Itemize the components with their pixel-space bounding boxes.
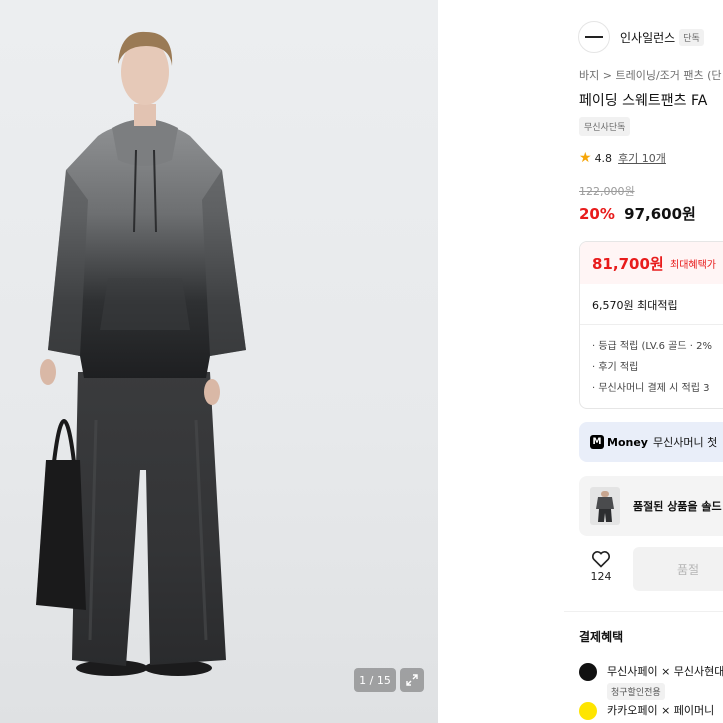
brand-exclusive-badge: 단독 (679, 28, 704, 46)
like-count: 124 (590, 570, 612, 583)
payment-item-tag: 청구할인전용 (607, 683, 665, 700)
expand-icon (406, 674, 418, 686)
original-price: 122,000원 (579, 185, 635, 198)
product-photo (36, 31, 246, 676)
money-logo: M Money (590, 435, 648, 449)
max-benefit-header[interactable]: 81,700원 최대혜택가 (580, 242, 723, 284)
payment-benefits-title: 결제혜택 (579, 630, 624, 644)
payment-item-label: 무신사페이 × 무신사현대 (607, 665, 723, 678)
breadcrumb: 바지 > 트레이닝/조거 팬츠 (단 (579, 67, 722, 83)
money-banner[interactable]: M Money 무신사머니 첫 (579, 422, 723, 462)
breadcrumb-item-pants[interactable]: 바지 (579, 69, 599, 82)
payment-item-label: 카카오페이 × 페이머니 (607, 704, 715, 717)
points-item-review: · 후기 적립 (592, 362, 639, 373)
musinsapay-icon (579, 663, 597, 681)
payment-item-musinsapay[interactable]: 무신사페이 × 무신사현대 청구할인전용 (579, 663, 723, 700)
benefit-divider (580, 324, 723, 325)
discount-rate: 20% (579, 205, 615, 223)
rating-score: 4.8 (594, 151, 613, 165)
soldout-text: 품절된 상품을 솔드 (633, 500, 722, 513)
points-list: · 등급 적립 (LV.6 골드 · 2% · 후기 적립 · 무신사머니 결제… (592, 336, 712, 399)
exclusive-badge: 무신사단독 (579, 117, 631, 136)
brand-logo (578, 21, 610, 53)
money-logo-mark: M (590, 435, 604, 449)
money-logo-text: Money (607, 435, 648, 449)
expand-button[interactable] (400, 668, 424, 692)
payment-item-kakaopay[interactable]: 카카오페이 × 페이머니 (579, 702, 714, 720)
max-points: 6,570원 최대적립 (592, 299, 678, 312)
section-divider (564, 611, 723, 612)
product-gallery[interactable]: 1 / 15 (0, 0, 438, 723)
soldout-button[interactable]: 품절 (633, 547, 723, 591)
sale-price-row: 20% 97,600원 (579, 203, 696, 224)
brand-link[interactable]: 인사일런스 단독 (578, 21, 704, 53)
product-title: 페이딩 스웨트팬츠 FA (579, 93, 708, 109)
breadcrumb-item-training[interactable]: 트레이닝/조거 팬츠 (단 (615, 69, 721, 82)
money-banner-text: 무신사머니 첫 (652, 436, 718, 449)
benefit-box: 81,700원 최대혜택가 6,570원 최대적립 · 등급 적립 (LV.6 … (579, 241, 723, 409)
soldout-alert[interactable]: 품절된 상품을 솔드 (579, 476, 723, 536)
kakaopay-icon (579, 702, 597, 720)
max-benefit-label: 최대혜택가 (670, 260, 716, 271)
breadcrumb-separator: > (602, 69, 612, 82)
brand-name[interactable]: 인사일런스 (620, 29, 675, 46)
heart-icon (592, 551, 610, 568)
rating: ★ 4.8 후기 10개 (579, 150, 666, 166)
reviews-link[interactable]: 후기 10개 (618, 150, 666, 166)
star-icon: ★ (579, 150, 592, 166)
like-button[interactable]: 124 (586, 550, 616, 583)
product-info-panel: 인사일런스 단독 바지 > 트레이닝/조거 팬츠 (단 페이딩 스웨트팬츠 FA… (564, 0, 723, 723)
max-benefit-price: 81,700원 (592, 255, 664, 273)
image-counter: 1 / 15 (354, 668, 396, 692)
points-item-money: · 무신사머니 결제 시 적립 3 (592, 383, 710, 394)
soldout-thumbnail (590, 487, 620, 525)
points-item-grade: · 등급 적립 (LV.6 골드 · 2% (592, 341, 712, 352)
sale-price: 97,600원 (624, 205, 696, 223)
